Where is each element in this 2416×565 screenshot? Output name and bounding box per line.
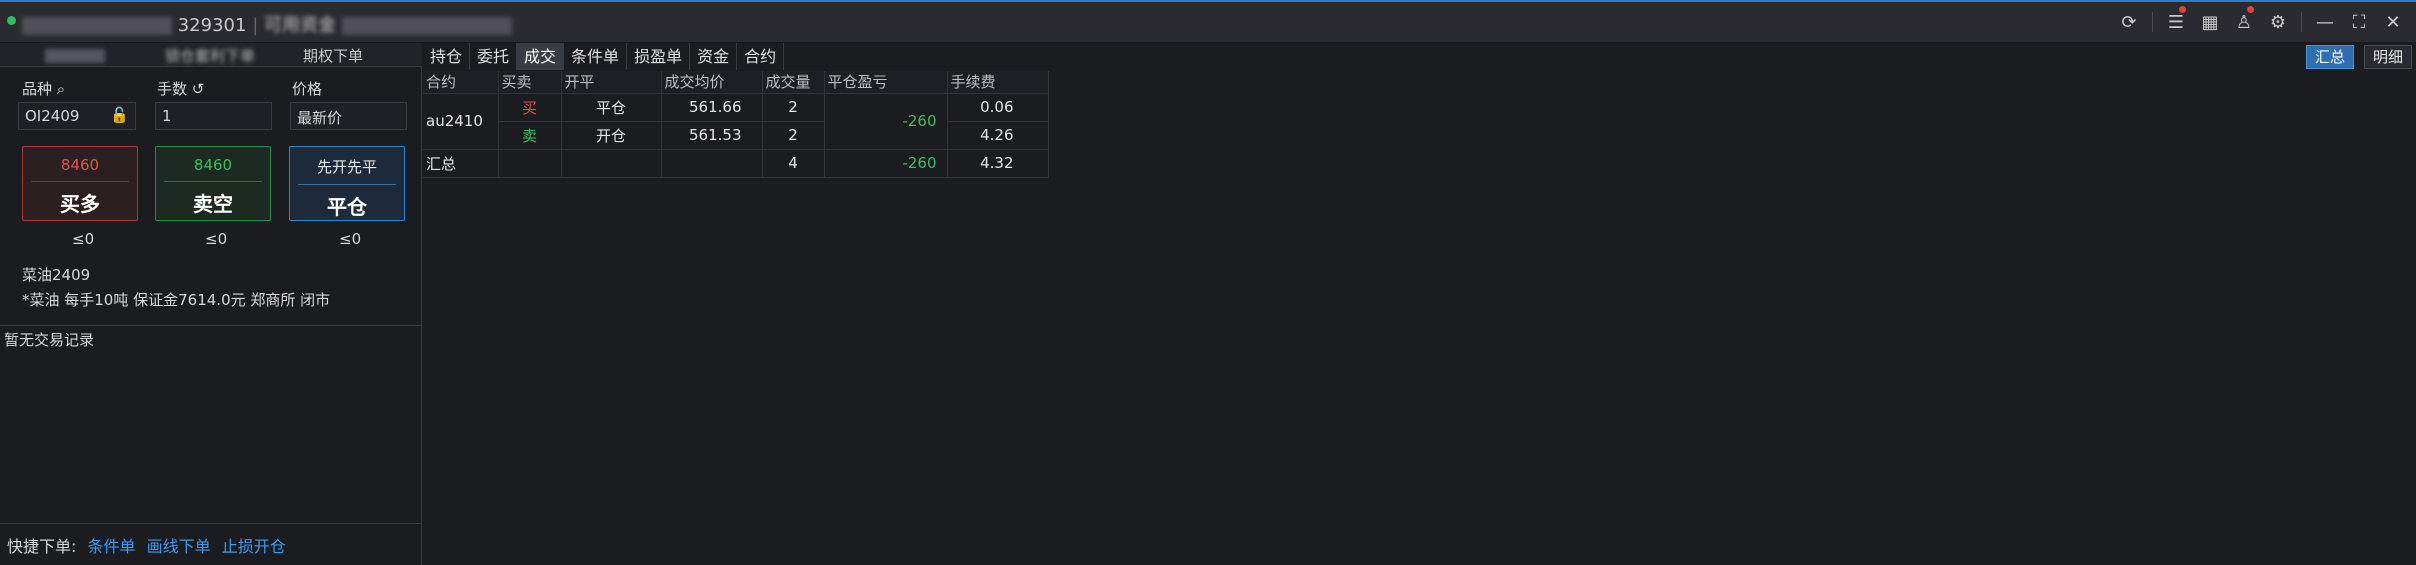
tab-orders[interactable]: 委托 [470, 43, 518, 70]
cell-avg-price: 561.53 [661, 121, 763, 150]
table-row[interactable]: 卖 开仓 561.53 2 4.26 [423, 121, 1049, 150]
buy-limit: ≤0 [72, 230, 95, 248]
maximize-icon[interactable]: ⛶ [2342, 8, 2376, 36]
cell-volume: 2 [762, 93, 825, 122]
cell-open-close: 开仓 [561, 121, 662, 150]
buy-label: 买多 [60, 192, 100, 216]
cell-contract: au2410 [423, 93, 499, 150]
tab-contracts[interactable]: 合约 [737, 43, 785, 70]
message-icon[interactable]: ☰ [2159, 6, 2193, 36]
masked-funds [341, 17, 512, 35]
divider [0, 325, 421, 326]
reset-icon[interactable]: ↺ [192, 80, 205, 98]
sell-label: 卖空 [193, 192, 233, 216]
link-conditional-order[interactable]: 条件单 [88, 537, 136, 556]
status-dot [7, 16, 16, 25]
link-draw-order[interactable]: 画线下单 [147, 537, 211, 556]
col-volume: 成交量 [762, 71, 825, 94]
table-header: 合约 买卖 开平 成交均价 成交量 平仓盈亏 手续费 [423, 71, 1049, 94]
minimize-icon[interactable]: — [2308, 8, 2342, 36]
link-stop-loss-open[interactable]: 止损开仓 [222, 537, 286, 556]
col-open-close: 开平 [561, 71, 662, 94]
col-close-pnl: 平仓盈亏 [824, 71, 948, 94]
col-side: 买卖 [498, 71, 562, 94]
close-label: 平仓 [327, 195, 367, 219]
contract-detail: *菜油 每手10吨 保证金7614.0元 郑商所 闭市 [22, 291, 331, 309]
title-bar: 329301 | 可用资金 ⟳ ☰ ▦ ♙ ⚙ — ⛶ ✕ [0, 0, 2416, 43]
symbol-value: OI2409 [25, 107, 80, 125]
settings-icon[interactable]: ⚙ [2261, 8, 2295, 36]
col-fee: 手续费 [947, 71, 1049, 94]
account-number: 329301 [177, 15, 247, 36]
lock-icon[interactable]: 🔓 [110, 106, 129, 124]
quick-order-label: 快捷下单: [7, 537, 77, 556]
tab-normal-order[interactable] [45, 49, 105, 63]
order-panel: 锁仓套利下单 期权下单 品种 ⌕ 手数 ↺ 价格 OI2409 🔓 1 最新价 … [0, 43, 422, 565]
cell-side: 卖 [498, 121, 562, 150]
tab-trades[interactable]: 成交 [517, 43, 565, 70]
sell-limit: ≤0 [205, 230, 228, 248]
cell-fee: 0.06 [947, 93, 1049, 122]
tab-conditional[interactable]: 条件单 [564, 43, 628, 70]
records-tabs: 持仓 委托 成交 条件单 损盈单 资金 合约 [423, 43, 785, 70]
symbol-label: 品种 ⌕ [22, 80, 66, 98]
close-limit: ≤0 [339, 230, 362, 248]
tab-positions[interactable]: 持仓 [423, 43, 471, 70]
cell-total-fee: 4.32 [947, 149, 1049, 178]
refresh-icon[interactable]: ⟳ [2112, 8, 2146, 36]
window-controls: ⟳ ☰ ▦ ♙ ⚙ — ⛶ ✕ [2112, 6, 2410, 36]
summary-row[interactable]: 汇总 4 -260 4.32 [423, 149, 1049, 178]
records-panel: 持仓 委托 成交 条件单 损盈单 资金 合约 汇总 明细 合约 买卖 开平 成交… [423, 43, 2416, 565]
cell-empty [561, 149, 662, 178]
order-tabs: 锁仓套利下单 期权下单 [0, 43, 422, 67]
accent-strip [0, 0, 2416, 2]
cell-total-pnl: -260 [824, 149, 948, 178]
masked-account [22, 17, 172, 35]
calendar-icon[interactable]: ▦ [2193, 8, 2227, 36]
cell-summary-label: 汇总 [423, 149, 499, 178]
no-trade-record: 暂无交易记录 [4, 331, 95, 349]
qty-label: 手数 ↺ [157, 80, 205, 98]
cell-avg-price: 561.66 [661, 93, 763, 122]
cell-side: 买 [498, 93, 562, 122]
price-label: 价格 [292, 80, 323, 98]
tab-spread-order[interactable]: 锁仓套利下单 [165, 45, 255, 66]
divider [2152, 12, 2153, 32]
available-funds-label: 可用资金 [264, 15, 336, 36]
sell-price: 8460 [193, 156, 233, 174]
close-position-button[interactable]: 先开先平 平仓 [289, 146, 405, 221]
symbol-input[interactable]: OI2409 🔓 [18, 102, 136, 130]
qty-input[interactable]: 1 [155, 102, 272, 130]
divider [2301, 12, 2302, 32]
close-mode: 先开先平 [316, 158, 377, 176]
divider [0, 523, 421, 524]
summary-toggle[interactable]: 汇总 [2305, 45, 2354, 69]
col-contract: 合约 [423, 71, 499, 94]
cell-open-close: 平仓 [561, 93, 662, 122]
close-icon[interactable]: ✕ [2376, 8, 2410, 36]
search-icon[interactable]: ⌕ [57, 80, 65, 98]
detail-toggle[interactable]: 明细 [2363, 45, 2412, 69]
tab-option-order[interactable]: 期权下单 [303, 45, 363, 66]
buy-price: 8460 [60, 156, 100, 174]
cell-empty [661, 149, 763, 178]
trades-table: 合约 买卖 开平 成交均价 成交量 平仓盈亏 手续费 au2410 买 平仓 5… [423, 71, 1049, 178]
table-row[interactable]: au2410 买 平仓 561.66 2 -260 0.06 [423, 93, 1049, 150]
sell-short-button[interactable]: 8460 卖空 [155, 146, 271, 221]
tab-stop-profit-loss[interactable]: 损盈单 [627, 43, 691, 70]
cell-empty [498, 149, 562, 178]
col-avg-price: 成交均价 [661, 71, 763, 94]
cell-fee: 4.26 [947, 121, 1049, 150]
cell-close-pnl: -260 [824, 93, 948, 150]
price-input[interactable]: 最新价 [290, 102, 407, 130]
buy-long-button[interactable]: 8460 买多 [22, 146, 138, 221]
cell-total-volume: 4 [762, 149, 825, 178]
account-info: 329301 | 可用资金 [22, 11, 512, 37]
user-icon[interactable]: ♙ [2227, 6, 2261, 36]
tab-funds[interactable]: 资金 [690, 43, 738, 70]
contract-name: 菜油2409 [22, 266, 91, 284]
quick-order-bar: 快捷下单: 条件单 画线下单 止损开仓 [7, 533, 286, 557]
cell-volume: 2 [762, 121, 825, 150]
